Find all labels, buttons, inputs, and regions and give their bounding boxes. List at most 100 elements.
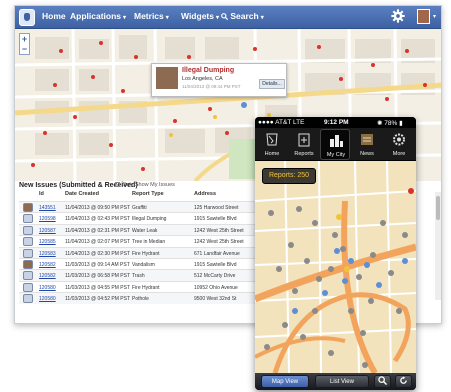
issue-type: Fire Hydrant xyxy=(132,250,160,257)
table-row[interactable]: 120598 11/04/2013 @ 02:43 PM PST Illegal D… xyxy=(19,212,269,224)
issue-type: Tree in Median xyxy=(132,239,166,246)
issue-id-link[interactable]: 120580 xyxy=(39,285,56,291)
phone-tab-bar: Home Reports My City News More xyxy=(255,128,416,161)
issue-date: 11/04/2013 @ 02:30 PM PST xyxy=(65,250,131,257)
issue-type-icon xyxy=(23,203,33,212)
refresh-icon xyxy=(400,376,407,384)
issue-date: 11/03/2013 @ 06:58 PM PST xyxy=(65,273,131,280)
table-row[interactable]: 120585 11/04/2013 @ 02:07 PM PST Tree in M… xyxy=(19,235,269,247)
table-row[interactable]: 120580 11/03/2013 @ 04:52 PM PST Pothole 95… xyxy=(19,292,269,304)
only-my-issues-toggle[interactable]: Only Show My Issues xyxy=(115,182,175,188)
add-report-icon xyxy=(298,133,310,147)
tab-more[interactable]: More xyxy=(384,129,414,160)
issue-id-link[interactable]: 143551 xyxy=(39,205,56,211)
table-row[interactable]: 143551 11/04/2013 @ 09:50 PM PST Graffiti 1… xyxy=(19,201,269,213)
chevron-down-icon: ▾ xyxy=(165,15,169,21)
tab-news[interactable]: News xyxy=(352,129,382,160)
issue-type-icon xyxy=(23,214,33,224)
table-row[interactable]: 120582 11/03/2013 @ 06:58 PM PST Trash 512 … xyxy=(19,269,269,281)
issue-date: 11/03/2013 @ 04:55 PM PST xyxy=(65,284,131,291)
issue-type-icon xyxy=(23,294,33,304)
issue-id-link[interactable]: 120582 xyxy=(39,262,56,268)
issue-date: 11/03/2013 @ 09:14 AM PST xyxy=(65,261,130,268)
chevron-down-icon: ▾ xyxy=(260,15,264,21)
search-button[interactable] xyxy=(374,375,391,388)
issue-id-link[interactable]: 120587 xyxy=(39,228,56,234)
popup-location: Los Angeles, CA xyxy=(182,76,223,82)
issue-date: 11/04/2013 @ 02:43 PM PST xyxy=(65,216,131,223)
issue-type: Fire Hydrant xyxy=(132,284,160,291)
mobile-app-phone: ●●●● AT&T LTE 9:12 PM ✺ 78% ▮ Home Repor… xyxy=(255,117,416,390)
battery-label: ✺ 78% ▮ xyxy=(377,120,403,127)
table-row[interactable]: 120580 11/03/2013 @ 04:55 PM PST Fire Hydr… xyxy=(19,280,269,292)
nav-metrics[interactable]: Metrics ▾ xyxy=(134,11,169,21)
map-view-button[interactable]: Map View xyxy=(261,375,309,388)
nav-search[interactable]: Search ▾ xyxy=(221,11,264,21)
search-icon xyxy=(221,13,229,21)
table-row[interactable]: 120582 11/03/2013 @ 09:14 AM PST Vandalism… xyxy=(19,257,269,269)
chevron-down-icon[interactable]: ▾ xyxy=(433,13,436,20)
table-row[interactable]: 120583 11/04/2013 @ 02:30 PM PST Fire Hydr… xyxy=(19,246,269,258)
issue-id-link[interactable]: 120585 xyxy=(39,239,56,245)
issue-type-icon xyxy=(23,282,33,292)
map-pin-icon xyxy=(266,133,278,146)
column-header-id[interactable]: Id xyxy=(39,191,44,201)
gear-icon[interactable] xyxy=(391,9,405,23)
issue-id-link[interactable]: 120583 xyxy=(39,251,56,257)
clock-label: 9:12 PM xyxy=(324,119,349,126)
search-icon xyxy=(378,376,388,386)
column-header-date[interactable]: Date Created xyxy=(65,191,99,201)
issue-type-icon xyxy=(23,259,33,269)
screenshot-stage: Home Applications ▾ Metrics ▾ Widgets ▾ Sea… xyxy=(0,0,451,392)
tab-my-city[interactable]: My City xyxy=(320,129,350,160)
zoom-out-button[interactable]: − xyxy=(20,44,29,54)
phone-status-bar: ●●●● AT&T LTE 9:12 PM ✺ 78% ▮ xyxy=(255,117,416,128)
issue-type-icon xyxy=(23,248,33,258)
issue-thumbnail xyxy=(156,67,178,89)
tab-home[interactable]: Home xyxy=(257,129,287,160)
issue-type: Water Leak xyxy=(132,227,158,234)
issues-table-body: 143551 11/04/2013 @ 09:50 PM PST Graffiti 1… xyxy=(19,201,269,304)
issue-type: Trash xyxy=(132,273,145,280)
column-header-address[interactable]: Address xyxy=(194,191,216,201)
table-scrollbar[interactable] xyxy=(435,192,441,300)
issue-id-link[interactable]: 120580 xyxy=(39,296,56,302)
nav-home[interactable]: Home xyxy=(42,11,66,21)
phone-map-streets xyxy=(255,161,416,373)
nav-widgets[interactable]: Widgets ▾ xyxy=(181,11,219,21)
map-zoom-control: + − xyxy=(19,33,30,55)
issue-date: 11/04/2013 @ 09:50 PM PST xyxy=(65,205,131,211)
chevron-down-icon: ▾ xyxy=(123,15,127,21)
checkbox[interactable] xyxy=(115,182,120,187)
issue-date: 11/04/2013 @ 02:31 PM PST xyxy=(65,227,131,234)
shield-logo-icon[interactable] xyxy=(19,9,35,26)
phone-bottom-toolbar: Map View List View xyxy=(255,373,416,390)
list-view-button[interactable]: List View xyxy=(315,375,369,388)
carrier-label: ●●●● AT&T LTE xyxy=(258,119,305,126)
issue-type-icon xyxy=(23,237,33,247)
issue-type-icon xyxy=(23,271,33,281)
issue-type: Vandalism xyxy=(132,261,155,268)
nav-applications[interactable]: Applications ▾ xyxy=(70,11,126,21)
issue-type: Graffiti xyxy=(132,205,147,211)
popup-meta: 11/04/2013 @ 09:44 PM PST xyxy=(182,84,241,89)
user-avatar[interactable] xyxy=(417,9,430,24)
issue-type: Illegal Dumping xyxy=(132,216,167,223)
refresh-button[interactable] xyxy=(395,375,412,388)
issue-id-link[interactable]: 120598 xyxy=(39,216,56,222)
column-header-type[interactable]: Report Type xyxy=(132,191,164,201)
issue-type: Pothole xyxy=(132,296,149,303)
issue-date: 11/03/2013 @ 04:52 PM PST xyxy=(65,296,131,303)
tab-reports[interactable]: Reports xyxy=(289,129,319,160)
issue-id-link[interactable]: 120582 xyxy=(39,273,56,279)
map-info-popup[interactable]: Illegal Dumping Los Angeles, CA 11/04/20… xyxy=(151,63,287,97)
phone-map[interactable]: Reports: 250 xyxy=(255,161,416,373)
issue-type-icon xyxy=(23,225,33,235)
zoom-in-button[interactable]: + xyxy=(20,34,29,44)
chevron-down-icon: ▾ xyxy=(215,15,219,21)
reports-count-badge: Reports: 250 xyxy=(262,168,316,184)
table-row[interactable]: 120587 11/04/2013 @ 02:31 PM PST Water Lea… xyxy=(19,223,269,236)
details-button[interactable]: Details... xyxy=(259,79,285,89)
top-navigation-bar: Home Applications ▾ Metrics ▾ Widgets ▾ Sea… xyxy=(15,6,441,29)
city-buildings-icon xyxy=(330,135,343,147)
